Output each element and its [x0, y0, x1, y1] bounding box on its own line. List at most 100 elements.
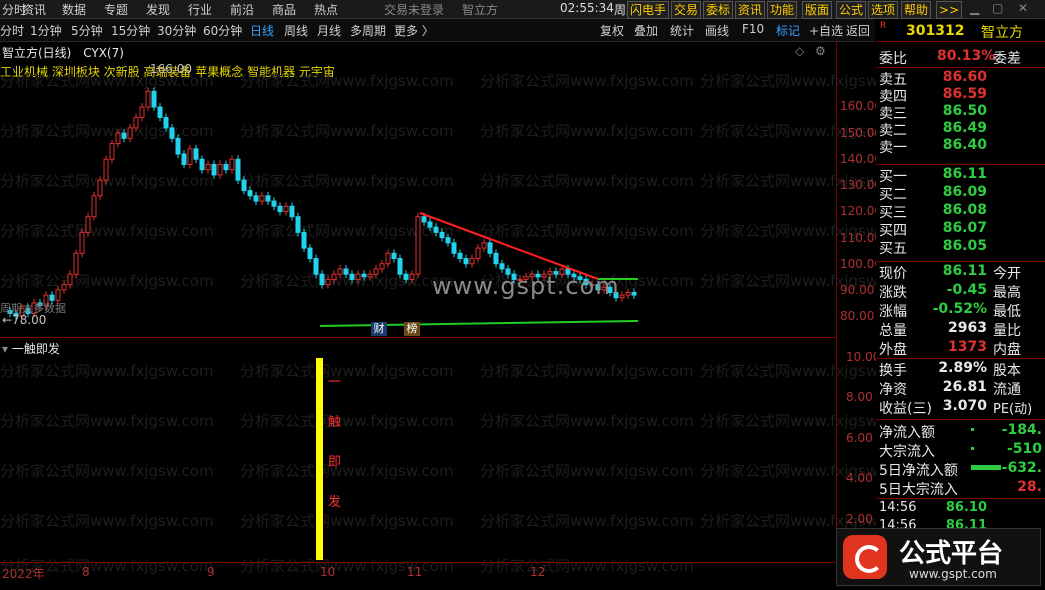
candle-body: [463, 258, 469, 265]
signal-char: 触: [328, 415, 342, 430]
stat-label: 涨跌: [879, 285, 907, 301]
menu-item-industry[interactable]: 行业: [188, 1, 212, 18]
period-tab-weekly[interactable]: 周线: [284, 22, 308, 39]
layout-button[interactable]: 版面: [802, 1, 833, 19]
stat-label2: 量比: [993, 323, 1021, 339]
candle-body: [343, 268, 349, 275]
candle-body: [403, 273, 409, 280]
stat-row: 现价 86.11 今开: [879, 263, 1042, 282]
candle-body: [229, 158, 235, 171]
x-axis-label: 2022年: [2, 567, 45, 581]
candle-body: [85, 216, 91, 233]
more-menu-button[interactable]: >>: [936, 1, 963, 19]
signal-char: 发: [328, 495, 342, 510]
flow-row: 大宗流入 -510: [879, 441, 1042, 460]
candle-body: [325, 278, 331, 286]
flow-value: -632.: [1001, 460, 1042, 476]
candle-body: [319, 273, 325, 286]
function-button[interactable]: 功能: [767, 1, 798, 19]
x-axis: 2022年 8 9 10 11 12: [0, 562, 836, 581]
menu-item-hot[interactable]: 热点: [314, 1, 338, 18]
menu-item-data[interactable]: 数据: [62, 1, 86, 18]
bid-price: 86.09: [942, 184, 987, 200]
overlay-button[interactable]: 叠加: [634, 22, 658, 39]
period-tab-fenshi[interactable]: 分时: [0, 22, 24, 39]
x-axis-label: 8: [82, 565, 90, 579]
trade-button[interactable]: 交易: [671, 1, 702, 19]
candle-body: [385, 252, 391, 265]
minimize-icon[interactable]: ▁: [970, 1, 979, 15]
finance-event-badge[interactable]: 财: [371, 322, 387, 336]
restore-rights-button[interactable]: 复权: [600, 22, 624, 39]
candle-body: [457, 252, 463, 260]
gspt-logo: 公式平台 www.gspt.com: [836, 528, 1041, 586]
period-tab-multi[interactable]: 多周期: [350, 22, 386, 39]
stat-row: 外盘 1373 内盘: [879, 339, 1042, 358]
candle-body: [427, 221, 433, 228]
candle-body: [283, 205, 289, 212]
bid-label: 买三: [879, 205, 907, 221]
close-icon[interactable]: ✕: [1018, 1, 1028, 15]
f10-button[interactable]: F10: [742, 22, 764, 36]
period-tab-5min[interactable]: 5分钟: [71, 22, 103, 39]
order-button[interactable]: 委标: [703, 1, 734, 19]
period-tab-60min[interactable]: 60分钟: [203, 22, 242, 39]
menu-item-frontier[interactable]: 前沿: [230, 1, 254, 18]
stat-row: 总量 2963 量比: [879, 320, 1042, 339]
candle-body: [295, 216, 301, 233]
candle-body: [619, 294, 625, 299]
list-event-badge[interactable]: 榜: [404, 322, 420, 336]
indicator-pane-title: 一触即发: [11, 342, 60, 356]
candle-body: [175, 137, 181, 155]
period-tab-monthly[interactable]: 月线: [317, 22, 341, 39]
menu-item-news[interactable]: 资讯: [22, 1, 46, 18]
stat-value: -0.45: [946, 282, 987, 298]
formula-button[interactable]: 公式: [836, 1, 867, 19]
sub-y-label: 2.00: [846, 512, 873, 526]
candle-body: [433, 226, 439, 233]
maximize-icon[interactable]: ▢: [992, 1, 1003, 15]
collapse-icon[interactable]: ▾: [2, 342, 8, 356]
draw-line-button[interactable]: 画线: [705, 22, 729, 39]
login-status[interactable]: 交易未登录: [384, 1, 444, 18]
news-button[interactable]: 资讯: [735, 1, 766, 19]
candle-body: [199, 158, 205, 171]
stat-value: 2963: [948, 320, 987, 336]
options-button[interactable]: 选项: [868, 1, 899, 19]
candle-body: [145, 90, 151, 108]
menu-item-commodity[interactable]: 商品: [272, 1, 296, 18]
mark-button[interactable]: 标记: [776, 22, 800, 39]
stock-name: 智立方: [981, 25, 1023, 41]
candle-body: [307, 247, 313, 260]
sub-y-label: 6.00: [846, 431, 873, 445]
candle-body: [481, 242, 487, 249]
period-tab-more[interactable]: 更多 〉: [394, 22, 434, 39]
menu-item-topics[interactable]: 专题: [104, 1, 128, 18]
indicator-pane[interactable]: ▾ 一触即发 一 触 即 发: [0, 337, 837, 563]
flash-trade-button[interactable]: 闪电手: [627, 1, 670, 19]
candle-body: [361, 273, 367, 278]
menu-item-discover[interactable]: 发现: [146, 1, 170, 18]
divider: [876, 67, 1045, 68]
add-watchlist-button[interactable]: +自选: [809, 22, 843, 39]
candle-body: [499, 263, 505, 270]
back-button[interactable]: 返回: [846, 22, 870, 39]
brand-name: 智立方: [462, 3, 499, 17]
period-tab-30min[interactable]: 30分钟: [157, 22, 196, 39]
stat2-label2: PE(动): [993, 402, 1033, 417]
period-tab-daily[interactable]: 日线: [250, 22, 274, 39]
candle-body: [487, 242, 493, 254]
sub-y-label: 4.00: [846, 471, 873, 485]
stat-value: -0.52%: [932, 301, 987, 317]
help-button[interactable]: 帮助: [901, 1, 932, 19]
candle-body: [181, 153, 187, 165]
period-tab-1min[interactable]: 1分钟: [30, 22, 62, 39]
period-tab-15min[interactable]: 15分钟: [111, 22, 150, 39]
flow-bar: [971, 447, 974, 450]
candlestick-chart[interactable]: [0, 41, 836, 337]
bid-row: 买四 86.07: [879, 220, 1042, 239]
candle-body: [241, 179, 247, 192]
candle-body: [409, 273, 415, 280]
bid-row: 买三 86.08: [879, 202, 1042, 221]
statistics-button[interactable]: 统计: [670, 22, 694, 39]
